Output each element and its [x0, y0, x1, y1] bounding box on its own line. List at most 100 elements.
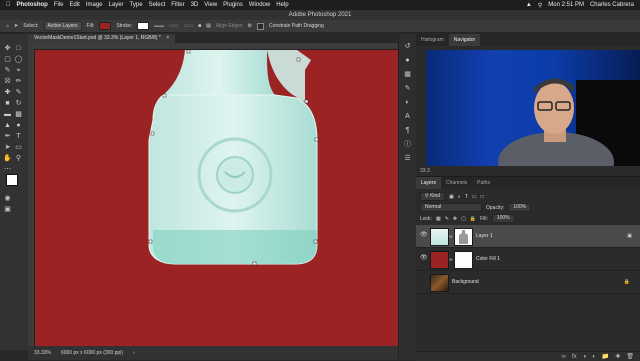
- menu-select[interactable]: Select: [149, 2, 166, 8]
- adjustments-panel-icon[interactable]: ◐: [403, 98, 412, 107]
- constrain-checkbox[interactable]: [257, 22, 265, 30]
- navigator-zoom[interactable]: 33.3: [420, 168, 430, 174]
- hand-tool-icon[interactable]: ✋: [3, 154, 12, 163]
- brush-panel-icon[interactable]: ✎: [403, 84, 412, 93]
- layer-row-background[interactable]: Background 🔒: [416, 271, 640, 294]
- crop-tool-icon[interactable]: ⌖: [14, 66, 23, 75]
- close-icon[interactable]: ×: [166, 35, 169, 41]
- move-tool-icon[interactable]: ✥: [3, 44, 12, 53]
- type-panel-icon[interactable]: A: [403, 112, 412, 121]
- layer-name[interactable]: Background: [452, 279, 479, 285]
- tab-histogram[interactable]: Histogram: [416, 34, 449, 46]
- pen-tool-icon[interactable]: ✒: [3, 132, 12, 141]
- apple-icon[interactable]: : [6, 2, 11, 8]
- link-icon[interactable]: ∞: [449, 234, 453, 240]
- properties-panel-icon[interactable]: ☰: [403, 154, 412, 163]
- align-edges-label[interactable]: Align Edges: [216, 23, 243, 29]
- paragraph-panel-icon[interactable]: ¶: [403, 126, 412, 135]
- menu-help[interactable]: Help: [276, 2, 288, 8]
- tab-navigator[interactable]: Navigator: [448, 34, 481, 46]
- width-field[interactable]: ▭▭: [169, 23, 178, 29]
- home-icon[interactable]: ⌂: [6, 23, 9, 29]
- path-selection-tool-icon[interactable]: ➤: [3, 143, 12, 152]
- document-tab[interactable]: VectorMaskDemo1Start.psd @ 33.3% (Layer …: [28, 34, 176, 43]
- select-dropdown[interactable]: Active Layers: [43, 21, 82, 31]
- fill-field[interactable]: 100%: [491, 214, 515, 223]
- type-tool-icon[interactable]: T: [14, 132, 23, 141]
- layer-thumbnail[interactable]: [430, 228, 449, 246]
- info-panel-icon[interactable]: ⓘ: [403, 140, 412, 149]
- link-layers-icon[interactable]: ∞: [562, 354, 566, 360]
- lock-all-icon[interactable]: 🔒: [470, 216, 476, 222]
- quick-mask-icon[interactable]: ◉: [3, 194, 12, 203]
- gear-icon[interactable]: ⚙: [248, 23, 252, 29]
- menu-type[interactable]: Type: [130, 2, 143, 8]
- menu-plugins[interactable]: Plugins: [223, 2, 243, 8]
- layer-filter-kind[interactable]: ⚲ Kind: [420, 192, 446, 201]
- lasso-tool-icon[interactable]: ◯: [14, 55, 23, 64]
- lock-artboard-icon[interactable]: ▢: [461, 216, 466, 222]
- zoom-level[interactable]: 33.33%: [34, 350, 51, 356]
- clone-stamp-tool-icon[interactable]: ■: [3, 99, 12, 108]
- healing-brush-tool-icon[interactable]: ✚: [3, 88, 12, 97]
- height-field[interactable]: ▭▭: [184, 23, 193, 29]
- blend-mode-select[interactable]: Normal: [420, 203, 482, 212]
- frame-tool-icon[interactable]: ☒: [3, 77, 12, 86]
- filter-pixel-icon[interactable]: ▣: [449, 194, 454, 200]
- menu-3d[interactable]: 3D: [191, 2, 199, 8]
- blur-tool-icon[interactable]: ▲: [3, 121, 12, 130]
- trash-icon[interactable]: 🗑: [626, 353, 634, 360]
- menu-layer[interactable]: Layer: [109, 2, 124, 8]
- opacity-field[interactable]: 100%: [508, 203, 532, 212]
- app-menu[interactable]: Photoshop: [17, 2, 48, 8]
- layer-name[interactable]: Layer 1: [476, 233, 493, 239]
- eyedropper-tool-icon[interactable]: ✏: [14, 77, 23, 86]
- lock-pixels-icon[interactable]: ▦: [436, 216, 441, 222]
- fill-swatch[interactable]: [99, 22, 112, 30]
- color-panel-icon[interactable]: ●: [403, 56, 412, 65]
- layer-row-color-fill-1[interactable]: 👁 ∞ Color Fill 1: [416, 248, 640, 271]
- layer-thumbnail[interactable]: [430, 251, 449, 269]
- marquee-tool-icon[interactable]: ▢: [3, 55, 12, 64]
- artboard-tool-icon[interactable]: □: [14, 44, 23, 53]
- filter-smart-icon[interactable]: □: [481, 194, 484, 200]
- filter-adjust-icon[interactable]: ◐: [458, 194, 461, 200]
- menu-filter[interactable]: Filter: [171, 2, 184, 8]
- rectangle-tool-icon[interactable]: ▭: [14, 143, 23, 152]
- stroke-width-field[interactable]: ▬▬: [154, 23, 164, 29]
- filter-type-icon[interactable]: T: [465, 194, 468, 200]
- constrain-label[interactable]: Constrain Path Dragging: [269, 23, 324, 29]
- layer-mask-thumbnail[interactable]: [454, 251, 473, 269]
- menu-window[interactable]: Window: [249, 2, 270, 8]
- path-align-icon[interactable]: ▤: [206, 23, 211, 29]
- menu-file[interactable]: File: [54, 2, 64, 8]
- history-panel-icon[interactable]: ↺: [403, 42, 412, 51]
- tab-channels[interactable]: Channels: [441, 177, 472, 189]
- tab-paths[interactable]: Paths: [472, 177, 495, 189]
- menubar-clock[interactable]: Mon 2:51 PM: [548, 2, 584, 8]
- zoom-tool-icon[interactable]: ⚲: [14, 154, 23, 163]
- menu-image[interactable]: Image: [86, 2, 103, 8]
- wifi-icon[interactable]: ▲: [526, 2, 532, 8]
- layer-thumbnail[interactable]: [430, 274, 449, 292]
- brush-tool-icon[interactable]: ✎: [14, 88, 23, 97]
- add-mask-icon[interactable]: ◑: [583, 354, 587, 360]
- layer-row-layer-1[interactable]: 👁 ∞ Layer 1 ▣: [416, 225, 640, 248]
- screen-mode-icon[interactable]: ▣: [3, 205, 12, 214]
- new-layer-icon[interactable]: ✚: [615, 353, 620, 360]
- history-brush-tool-icon[interactable]: ↻: [14, 99, 23, 108]
- new-group-icon[interactable]: 📁: [602, 353, 609, 360]
- vector-mask-thumbnail[interactable]: [454, 228, 473, 246]
- layer-name[interactable]: Color Fill 1: [476, 256, 500, 262]
- gradient-tool-icon[interactable]: ▩: [14, 110, 23, 119]
- menubar-user[interactable]: Charles Cabrera: [590, 2, 634, 8]
- path-select-tool-icon[interactable]: ➤: [14, 23, 18, 29]
- lock-paint-icon[interactable]: ✎: [445, 216, 449, 222]
- menu-edit[interactable]: Edit: [70, 2, 80, 8]
- quick-select-tool-icon[interactable]: ✎: [3, 66, 12, 75]
- dodge-tool-icon[interactable]: ●: [14, 121, 23, 130]
- more-tools-icon[interactable]: ⋯: [3, 165, 12, 174]
- path-ops-icon[interactable]: ■: [198, 23, 201, 29]
- eraser-tool-icon[interactable]: ▬: [3, 110, 12, 119]
- menu-view[interactable]: View: [204, 2, 217, 8]
